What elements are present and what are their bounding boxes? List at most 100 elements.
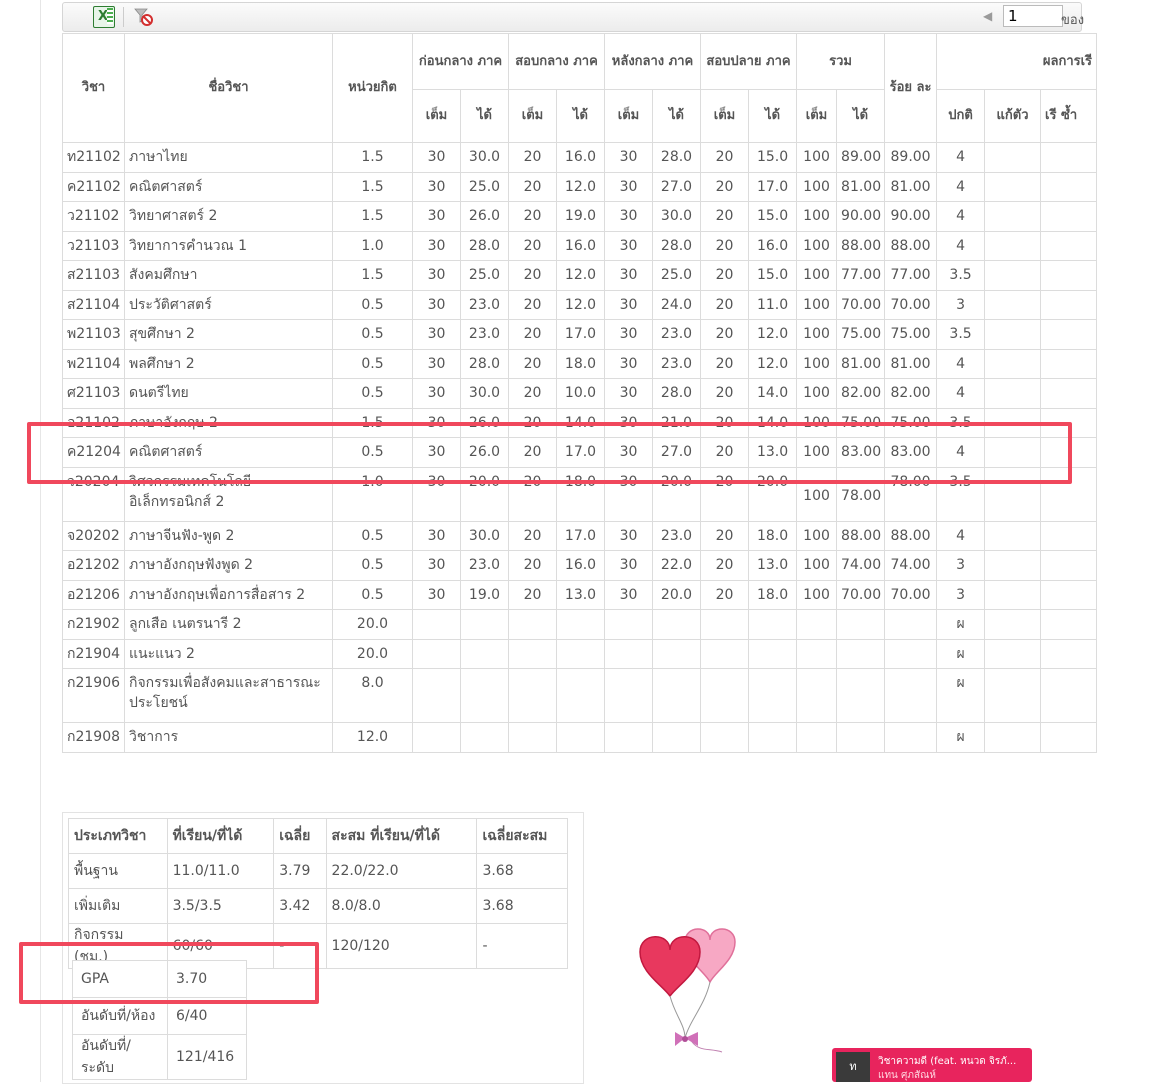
mid-full: 20: [508, 466, 557, 522]
percent: 88.00: [884, 520, 938, 551]
course-credit: 20.0: [332, 638, 413, 669]
total-score: [836, 722, 886, 753]
course-code: ศ21103: [62, 378, 125, 409]
pre-mid-score: [460, 638, 509, 669]
mid-full: 20: [508, 437, 557, 468]
course-code: ค21102: [62, 171, 125, 202]
grade-row: ก21908 วิชาการ 12.0 ผ: [62, 722, 1098, 753]
mid-full: [508, 722, 557, 753]
pre-mid-full: 30: [412, 230, 461, 261]
total-score: 75.00: [836, 407, 886, 438]
pre-mid-score: 25.0: [460, 260, 509, 291]
total-full: 100: [796, 407, 838, 438]
post-mid-full: [604, 668, 654, 723]
post-mid-score: 27.0: [652, 437, 702, 468]
percent: 70.00: [884, 579, 938, 610]
mid-full: 20: [508, 289, 557, 320]
pre-mid-score: [460, 722, 509, 753]
grade-normal: ผ: [936, 668, 986, 723]
course-code: พ21103: [62, 319, 125, 350]
total-full: 100: [796, 230, 838, 261]
post-mid-full: 30: [604, 289, 654, 320]
course-credit: 12.0: [332, 722, 413, 753]
summary-header-cumulative-average: เฉลี่ยสะสม: [476, 818, 568, 854]
course-name: วิศวกรรมเทคโนโลยีอิเล็กทรอนิกส์ 2: [124, 466, 333, 522]
total-full: [796, 722, 838, 753]
page-number-input[interactable]: [1003, 5, 1063, 27]
mid-score: [555, 668, 606, 723]
post-mid-score: 30.0: [652, 201, 702, 232]
grades-table: วิชา ชื่อวิชา หน่วยกิต ก่อนกลาง ภาค สอบก…: [62, 33, 1098, 753]
mid-full: 20: [508, 319, 557, 350]
pre-mid-score: 26.0: [460, 437, 509, 468]
mid-score: 14.0: [555, 407, 606, 438]
mid-score: 12.0: [555, 289, 606, 320]
course-code: ว20204: [62, 466, 125, 522]
mid-score: [555, 722, 606, 753]
music-player-widget[interactable]: ท วิชาความดี (feat. หนวด จิรภั... แทน ศุ…: [832, 1048, 1032, 1082]
total-score: 81.00: [836, 171, 886, 202]
final-full: [700, 638, 750, 669]
mid-full: 20: [508, 579, 557, 610]
mid-full: 20: [508, 550, 557, 581]
header-result: ผลการเรี: [936, 33, 1098, 90]
total-full: 100: [796, 289, 838, 320]
grade-repeat: [1040, 638, 1098, 669]
total-score: 88.00: [836, 520, 886, 551]
final-score: 14.0: [748, 407, 798, 438]
grade-fix: [984, 609, 1042, 640]
course-name: ภาษาอังกฤษฟังพูด 2: [124, 550, 333, 581]
pre-mid-full: 30: [412, 142, 461, 173]
header-full: เต็ม: [604, 89, 654, 143]
total-full: [796, 609, 838, 640]
grade-normal: ผ: [936, 638, 986, 669]
course-code: อ21202: [62, 550, 125, 581]
course-name: ภาษาไทย: [124, 142, 333, 173]
summary-cell: พื้นฐาน: [68, 853, 168, 889]
course-code: ท21102: [62, 142, 125, 173]
excel-export-icon[interactable]: X: [93, 6, 115, 28]
summary-cell: -: [476, 923, 568, 969]
header-got: ได้: [748, 89, 798, 143]
gpa-row: GPA 3.70: [72, 960, 247, 998]
header-full: เต็ม: [796, 89, 838, 143]
grade-normal: 3: [936, 289, 986, 320]
total-full: 100: [796, 550, 838, 581]
song-artist: แทน ศุภสัณห์: [878, 1070, 936, 1081]
total-full: 100: [796, 579, 838, 610]
grade-normal: 4: [936, 230, 986, 261]
percent: [884, 609, 938, 640]
course-credit: 0.5: [332, 319, 413, 350]
final-full: 20: [700, 466, 750, 522]
grade-normal: 3: [936, 579, 986, 610]
grade-repeat: [1040, 437, 1098, 468]
total-full: [796, 638, 838, 669]
gpa-table: GPA 3.70 อันดับที่/ห้อง 6/40 อันดับที่/ร…: [72, 960, 247, 1080]
mid-score: 12.0: [555, 260, 606, 291]
final-full: 20: [700, 579, 750, 610]
pre-mid-score: [460, 668, 509, 723]
course-credit: 20.0: [332, 609, 413, 640]
pre-mid-full: 30: [412, 201, 461, 232]
summary-header-type: ประเภทวิชา: [68, 818, 168, 854]
page-of-label: ของ: [1061, 13, 1085, 28]
course-credit: 0.5: [332, 289, 413, 320]
post-mid-full: 30: [604, 378, 654, 409]
gpa-value: 3.70: [167, 960, 247, 998]
post-mid-score: 28.0: [652, 142, 702, 173]
header-normal: ปกติ: [936, 89, 986, 143]
pre-mid-full: 30: [412, 289, 461, 320]
course-credit: 0.5: [332, 348, 413, 379]
grade-fix: [984, 579, 1042, 610]
grade-fix: [984, 668, 1042, 723]
prev-page-icon[interactable]: ◀: [983, 9, 992, 23]
total-score: 75.00: [836, 319, 886, 350]
summary-header-average: เฉลี่ย: [273, 818, 327, 854]
course-credit: 1.0: [332, 230, 413, 261]
pre-mid-full: 30: [412, 348, 461, 379]
mid-full: 20: [508, 142, 557, 173]
course-code: ก21906: [62, 668, 125, 723]
post-mid-score: [652, 609, 702, 640]
clear-filter-icon[interactable]: [133, 6, 153, 26]
post-mid-full: 30: [604, 201, 654, 232]
